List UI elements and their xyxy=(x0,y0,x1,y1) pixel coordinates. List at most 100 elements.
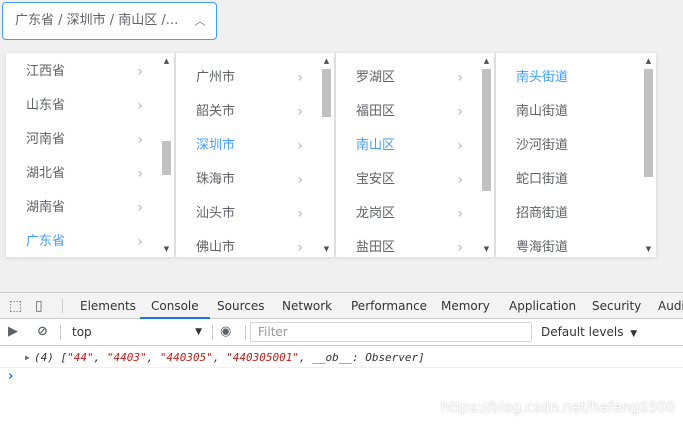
cascader-option-label: 南山街道 xyxy=(516,104,569,119)
chevron-right-icon: › xyxy=(137,166,143,182)
cascader-option[interactable]: 宝安区 › xyxy=(336,163,479,197)
cascader-option-label: 珠海市 xyxy=(196,172,236,187)
tab-performance[interactable]: Performance xyxy=(351,293,427,319)
inspect-element-icon[interactable]: ⬚ xyxy=(9,298,22,314)
cascader-option[interactable]: 河南省 › xyxy=(6,123,159,157)
cascader-option-label: 山东省 xyxy=(26,98,66,113)
tab-console[interactable]: Console xyxy=(140,293,210,319)
tab-application[interactable]: Application xyxy=(509,293,576,319)
cascader-option[interactable]: 南山区 › xyxy=(336,129,479,163)
cascader-option[interactable]: 汕头市 › xyxy=(176,197,319,231)
cascader-option[interactable]: 佛山市 › xyxy=(176,231,319,257)
cascader-option[interactable]: 龙岗区 › xyxy=(336,197,479,231)
tab-security[interactable]: Security xyxy=(592,293,641,319)
cascader-option-label: 沙河街道 xyxy=(516,138,569,153)
cascader-option-label: 汕头市 xyxy=(196,206,236,221)
scrollbar[interactable]: ▲ ▼ xyxy=(479,53,494,257)
cascader-option-label: 湖北省 xyxy=(26,166,66,181)
cascader-option-label: 广东省 xyxy=(26,234,66,249)
filter-input[interactable]: Filter xyxy=(250,322,532,342)
scrollbar[interactable]: ▲ ▼ xyxy=(641,53,656,257)
cascader-option[interactable]: 山东省 › xyxy=(6,89,159,123)
chevron-right-icon: › xyxy=(297,206,303,222)
context-value: top xyxy=(72,325,92,339)
cascader-option[interactable]: 韶关市 › xyxy=(176,95,319,129)
chevron-right-icon: › xyxy=(297,70,303,86)
cascader-option[interactable]: 江西省 › xyxy=(6,55,159,89)
cascader-option[interactable]: 盐田区 › xyxy=(336,231,479,257)
console-prompt-icon[interactable]: › xyxy=(8,369,13,384)
expand-triangle-icon[interactable]: ▶ xyxy=(25,347,30,368)
cascader-option[interactable]: 招商街道 xyxy=(496,197,641,231)
tab-elements[interactable]: Elements xyxy=(80,293,136,319)
chevron-right-icon: › xyxy=(457,206,463,222)
divider xyxy=(245,325,246,340)
divider xyxy=(212,325,213,340)
scroll-down-arrow-icon[interactable]: ▼ xyxy=(159,243,174,255)
cascader-option-label: 湖南省 xyxy=(26,200,66,215)
dropdown-arrow-icon: ▼ xyxy=(630,329,638,339)
tab-audits[interactable]: Audi xyxy=(658,293,683,319)
cascader-option-label: 蛇口街道 xyxy=(516,172,569,187)
cascader-option[interactable]: 沙河街道 xyxy=(496,129,641,163)
cascader-option[interactable]: 蛇口街道 xyxy=(496,163,641,197)
cascader-option-label: 招商街道 xyxy=(516,206,569,221)
cascader-option-label: 河南省 xyxy=(26,132,66,147)
cascader-option-label: 福田区 xyxy=(356,104,396,119)
log-levels-select[interactable]: Default levels ▼ xyxy=(541,322,637,342)
cascader-option-label: 南头街道 xyxy=(516,70,569,85)
scroll-down-arrow-icon[interactable]: ▼ xyxy=(641,243,656,255)
cascader-option[interactable]: 湖北省 › xyxy=(6,157,159,191)
eye-icon[interactable]: ◉ xyxy=(220,324,231,339)
clear-console-icon[interactable]: ⊘ xyxy=(37,324,48,339)
scroll-up-arrow-icon[interactable]: ▲ xyxy=(641,55,656,67)
cascader-option[interactable]: 罗湖区 › xyxy=(336,61,479,95)
cascader-option-label: 江西省 xyxy=(26,64,66,79)
cascader-option-label: 南山区 xyxy=(356,138,396,153)
scrollbar[interactable]: ▲ ▼ xyxy=(159,53,174,257)
tab-sources[interactable]: Sources xyxy=(217,293,264,319)
scrollbar[interactable]: ▲ ▼ xyxy=(319,53,334,257)
cascader-option[interactable]: 南山街道 xyxy=(496,95,641,129)
scrollbar-thumb[interactable] xyxy=(322,69,331,117)
scrollbar-thumb[interactable] xyxy=(644,69,653,177)
cascader-menu-street: 南头街道南山街道沙河街道蛇口街道招商街道粤海街道 ▲ ▼ xyxy=(496,53,656,257)
chevron-right-icon: › xyxy=(297,138,303,154)
scrollbar-thumb[interactable] xyxy=(482,69,491,191)
device-toolbar-icon[interactable]: ▯ xyxy=(35,298,43,314)
chevron-up-icon[interactable]: ︿ xyxy=(194,3,206,39)
tab-network[interactable]: Network xyxy=(282,293,332,319)
scroll-up-arrow-icon[interactable]: ▲ xyxy=(159,55,174,67)
scroll-down-arrow-icon[interactable]: ▼ xyxy=(479,243,494,255)
cascader-option-label: 佛山市 xyxy=(196,240,236,255)
cascader-menu-province: 江西省 › 山东省 › 河南省 › 湖北省 › 湖南省 › 广东省 › ▲ ▼ xyxy=(6,53,174,257)
scroll-down-arrow-icon[interactable]: ▼ xyxy=(319,243,334,255)
cascader-option[interactable]: 深圳市 › xyxy=(176,129,319,163)
console-log-entry[interactable]: ▶ (4) ["44", "4403", "440305", "44030500… xyxy=(0,347,683,368)
cascader-option[interactable]: 广东省 › xyxy=(6,225,159,257)
cascader-option-label: 韶关市 xyxy=(196,104,236,119)
cascader-option[interactable]: 福田区 › xyxy=(336,95,479,129)
sidebar-toggle-icon[interactable]: ▶ xyxy=(8,324,18,339)
cascader-option[interactable]: 粤海街道 xyxy=(496,231,641,257)
cascader-option-label: 宝安区 xyxy=(356,172,396,187)
scroll-up-arrow-icon[interactable]: ▲ xyxy=(319,55,334,67)
tab-memory[interactable]: Memory xyxy=(441,293,490,319)
cascader-option[interactable]: 南头街道 xyxy=(496,61,641,95)
scroll-up-arrow-icon[interactable]: ▲ xyxy=(479,55,494,67)
chevron-right-icon: › xyxy=(457,104,463,120)
scrollbar-thumb[interactable] xyxy=(162,141,171,175)
cascader-option[interactable]: 珠海市 › xyxy=(176,163,319,197)
cascader-option-label: 粤海街道 xyxy=(516,240,569,255)
chevron-right-icon: › xyxy=(297,172,303,188)
log-text: (4) ["44", "4403", "440305", "440305001"… xyxy=(34,351,425,364)
cascader-option[interactable]: 广州市 › xyxy=(176,61,319,95)
cascader-input[interactable]: 广东省 / 深圳市 / 南山区 /... ︿ xyxy=(2,2,217,40)
filter-placeholder: Filter xyxy=(258,325,288,339)
chevron-right-icon: › xyxy=(137,98,143,114)
chevron-right-icon: › xyxy=(137,234,143,250)
context-select[interactable]: top ▼ xyxy=(64,322,206,342)
cascader-option-label: 龙岗区 xyxy=(356,206,396,221)
cascader-option[interactable]: 湖南省 › xyxy=(6,191,159,225)
cascader-option-label: 盐田区 xyxy=(356,240,396,255)
